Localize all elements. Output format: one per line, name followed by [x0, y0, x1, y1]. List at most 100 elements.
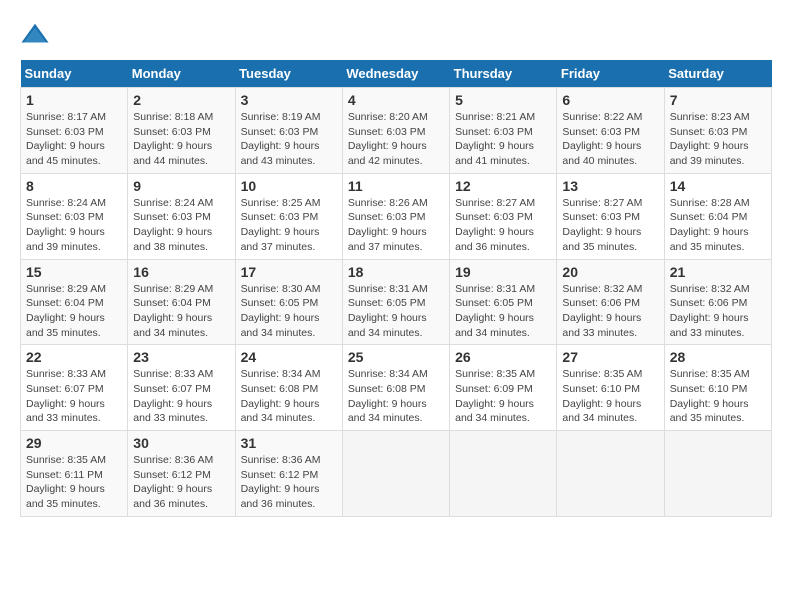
- day-header-thursday: Thursday: [450, 60, 557, 88]
- calendar-cell: 22 Sunrise: 8:33 AM Sunset: 6:07 PM Dayl…: [21, 345, 128, 431]
- day-number: 10: [241, 178, 337, 194]
- day-number: 7: [670, 92, 766, 108]
- calendar-cell: 30 Sunrise: 8:36 AM Sunset: 6:12 PM Dayl…: [128, 431, 235, 517]
- day-info: Sunrise: 8:36 AM Sunset: 6:12 PM Dayligh…: [133, 453, 229, 512]
- day-info: Sunrise: 8:21 AM Sunset: 6:03 PM Dayligh…: [455, 110, 551, 169]
- calendar-cell: 29 Sunrise: 8:35 AM Sunset: 6:11 PM Dayl…: [21, 431, 128, 517]
- calendar-cell: [557, 431, 664, 517]
- calendar-cell: 1 Sunrise: 8:17 AM Sunset: 6:03 PM Dayli…: [21, 88, 128, 174]
- day-number: 12: [455, 178, 551, 194]
- calendar-table: SundayMondayTuesdayWednesdayThursdayFrid…: [20, 60, 772, 517]
- day-header-saturday: Saturday: [664, 60, 771, 88]
- day-info: Sunrise: 8:20 AM Sunset: 6:03 PM Dayligh…: [348, 110, 444, 169]
- calendar-header-row: SundayMondayTuesdayWednesdayThursdayFrid…: [21, 60, 772, 88]
- day-number: 28: [670, 349, 766, 365]
- day-info: Sunrise: 8:34 AM Sunset: 6:08 PM Dayligh…: [348, 367, 444, 426]
- day-info: Sunrise: 8:35 AM Sunset: 6:10 PM Dayligh…: [670, 367, 766, 426]
- calendar-cell: 21 Sunrise: 8:32 AM Sunset: 6:06 PM Dayl…: [664, 259, 771, 345]
- day-number: 15: [26, 264, 122, 280]
- calendar-week-row: 29 Sunrise: 8:35 AM Sunset: 6:11 PM Dayl…: [21, 431, 772, 517]
- calendar-cell: 16 Sunrise: 8:29 AM Sunset: 6:04 PM Dayl…: [128, 259, 235, 345]
- day-info: Sunrise: 8:24 AM Sunset: 6:03 PM Dayligh…: [133, 196, 229, 255]
- day-info: Sunrise: 8:29 AM Sunset: 6:04 PM Dayligh…: [133, 282, 229, 341]
- day-info: Sunrise: 8:32 AM Sunset: 6:06 PM Dayligh…: [670, 282, 766, 341]
- day-info: Sunrise: 8:31 AM Sunset: 6:05 PM Dayligh…: [348, 282, 444, 341]
- day-number: 23: [133, 349, 229, 365]
- calendar-cell: 7 Sunrise: 8:23 AM Sunset: 6:03 PM Dayli…: [664, 88, 771, 174]
- calendar-cell: 18 Sunrise: 8:31 AM Sunset: 6:05 PM Dayl…: [342, 259, 449, 345]
- day-info: Sunrise: 8:35 AM Sunset: 6:11 PM Dayligh…: [26, 453, 122, 512]
- day-info: Sunrise: 8:17 AM Sunset: 6:03 PM Dayligh…: [26, 110, 122, 169]
- day-header-friday: Friday: [557, 60, 664, 88]
- calendar-cell: 31 Sunrise: 8:36 AM Sunset: 6:12 PM Dayl…: [235, 431, 342, 517]
- calendar-cell: 26 Sunrise: 8:35 AM Sunset: 6:09 PM Dayl…: [450, 345, 557, 431]
- calendar-cell: 14 Sunrise: 8:28 AM Sunset: 6:04 PM Dayl…: [664, 173, 771, 259]
- day-info: Sunrise: 8:19 AM Sunset: 6:03 PM Dayligh…: [241, 110, 337, 169]
- calendar-cell: [664, 431, 771, 517]
- day-number: 4: [348, 92, 444, 108]
- calendar-cell: 23 Sunrise: 8:33 AM Sunset: 6:07 PM Dayl…: [128, 345, 235, 431]
- day-number: 20: [562, 264, 658, 280]
- day-number: 16: [133, 264, 229, 280]
- day-number: 17: [241, 264, 337, 280]
- day-info: Sunrise: 8:25 AM Sunset: 6:03 PM Dayligh…: [241, 196, 337, 255]
- day-info: Sunrise: 8:22 AM Sunset: 6:03 PM Dayligh…: [562, 110, 658, 169]
- page-header: [20, 20, 772, 50]
- calendar-cell: 3 Sunrise: 8:19 AM Sunset: 6:03 PM Dayli…: [235, 88, 342, 174]
- day-info: Sunrise: 8:34 AM Sunset: 6:08 PM Dayligh…: [241, 367, 337, 426]
- day-info: Sunrise: 8:33 AM Sunset: 6:07 PM Dayligh…: [133, 367, 229, 426]
- day-number: 11: [348, 178, 444, 194]
- calendar-week-row: 1 Sunrise: 8:17 AM Sunset: 6:03 PM Dayli…: [21, 88, 772, 174]
- calendar-cell: 20 Sunrise: 8:32 AM Sunset: 6:06 PM Dayl…: [557, 259, 664, 345]
- day-info: Sunrise: 8:26 AM Sunset: 6:03 PM Dayligh…: [348, 196, 444, 255]
- day-info: Sunrise: 8:32 AM Sunset: 6:06 PM Dayligh…: [562, 282, 658, 341]
- day-info: Sunrise: 8:30 AM Sunset: 6:05 PM Dayligh…: [241, 282, 337, 341]
- calendar-cell: 10 Sunrise: 8:25 AM Sunset: 6:03 PM Dayl…: [235, 173, 342, 259]
- day-info: Sunrise: 8:33 AM Sunset: 6:07 PM Dayligh…: [26, 367, 122, 426]
- day-number: 27: [562, 349, 658, 365]
- calendar-week-row: 15 Sunrise: 8:29 AM Sunset: 6:04 PM Dayl…: [21, 259, 772, 345]
- calendar-cell: [342, 431, 449, 517]
- day-header-tuesday: Tuesday: [235, 60, 342, 88]
- calendar-week-row: 22 Sunrise: 8:33 AM Sunset: 6:07 PM Dayl…: [21, 345, 772, 431]
- day-info: Sunrise: 8:18 AM Sunset: 6:03 PM Dayligh…: [133, 110, 229, 169]
- day-number: 24: [241, 349, 337, 365]
- day-info: Sunrise: 8:35 AM Sunset: 6:10 PM Dayligh…: [562, 367, 658, 426]
- day-number: 9: [133, 178, 229, 194]
- calendar-cell: 19 Sunrise: 8:31 AM Sunset: 6:05 PM Dayl…: [450, 259, 557, 345]
- day-number: 29: [26, 435, 122, 451]
- calendar-cell: 28 Sunrise: 8:35 AM Sunset: 6:10 PM Dayl…: [664, 345, 771, 431]
- day-info: Sunrise: 8:35 AM Sunset: 6:09 PM Dayligh…: [455, 367, 551, 426]
- calendar-cell: 8 Sunrise: 8:24 AM Sunset: 6:03 PM Dayli…: [21, 173, 128, 259]
- day-number: 14: [670, 178, 766, 194]
- day-number: 18: [348, 264, 444, 280]
- day-info: Sunrise: 8:31 AM Sunset: 6:05 PM Dayligh…: [455, 282, 551, 341]
- day-number: 13: [562, 178, 658, 194]
- day-number: 25: [348, 349, 444, 365]
- calendar-cell: 27 Sunrise: 8:35 AM Sunset: 6:10 PM Dayl…: [557, 345, 664, 431]
- day-header-wednesday: Wednesday: [342, 60, 449, 88]
- logo: [20, 20, 54, 50]
- calendar-cell: 13 Sunrise: 8:27 AM Sunset: 6:03 PM Dayl…: [557, 173, 664, 259]
- calendar-cell: 9 Sunrise: 8:24 AM Sunset: 6:03 PM Dayli…: [128, 173, 235, 259]
- day-info: Sunrise: 8:27 AM Sunset: 6:03 PM Dayligh…: [562, 196, 658, 255]
- day-number: 5: [455, 92, 551, 108]
- calendar-cell: 5 Sunrise: 8:21 AM Sunset: 6:03 PM Dayli…: [450, 88, 557, 174]
- calendar-cell: [450, 431, 557, 517]
- day-number: 6: [562, 92, 658, 108]
- day-number: 31: [241, 435, 337, 451]
- calendar-cell: 12 Sunrise: 8:27 AM Sunset: 6:03 PM Dayl…: [450, 173, 557, 259]
- calendar-cell: 2 Sunrise: 8:18 AM Sunset: 6:03 PM Dayli…: [128, 88, 235, 174]
- day-number: 1: [26, 92, 122, 108]
- day-number: 22: [26, 349, 122, 365]
- day-info: Sunrise: 8:23 AM Sunset: 6:03 PM Dayligh…: [670, 110, 766, 169]
- calendar-cell: 4 Sunrise: 8:20 AM Sunset: 6:03 PM Dayli…: [342, 88, 449, 174]
- calendar-cell: 24 Sunrise: 8:34 AM Sunset: 6:08 PM Dayl…: [235, 345, 342, 431]
- calendar-week-row: 8 Sunrise: 8:24 AM Sunset: 6:03 PM Dayli…: [21, 173, 772, 259]
- day-number: 2: [133, 92, 229, 108]
- day-info: Sunrise: 8:27 AM Sunset: 6:03 PM Dayligh…: [455, 196, 551, 255]
- day-header-sunday: Sunday: [21, 60, 128, 88]
- calendar-cell: 15 Sunrise: 8:29 AM Sunset: 6:04 PM Dayl…: [21, 259, 128, 345]
- day-number: 3: [241, 92, 337, 108]
- calendar-cell: 25 Sunrise: 8:34 AM Sunset: 6:08 PM Dayl…: [342, 345, 449, 431]
